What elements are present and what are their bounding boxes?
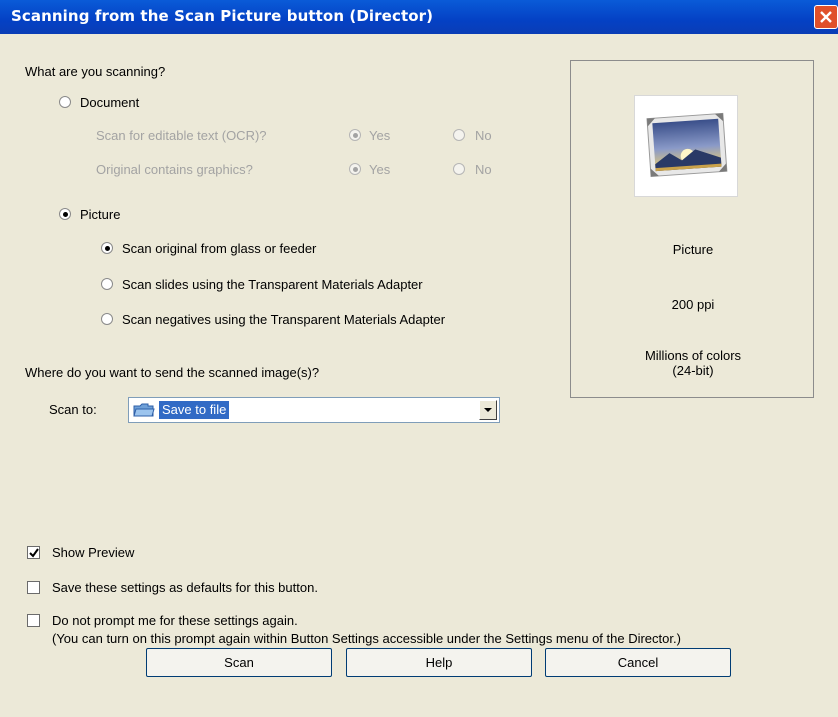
no-prompt-note: (You can turn on this prompt again withi… bbox=[52, 631, 681, 646]
window-title: Scanning from the Scan Picture button (D… bbox=[11, 7, 434, 25]
ocr-no-radio[interactable] bbox=[453, 129, 465, 141]
no-prompt-label: Do not prompt me for these settings agai… bbox=[52, 613, 298, 628]
cancel-button[interactable]: Cancel bbox=[545, 648, 731, 677]
graphics-yes-radio[interactable] bbox=[349, 163, 361, 175]
summary-panel: Picture 200 ppi Millions of colors (24-b… bbox=[570, 60, 814, 398]
show-preview-checkbox[interactable] bbox=[27, 546, 40, 559]
document-label: Document bbox=[80, 95, 140, 110]
negatives-radio[interactable] bbox=[101, 313, 113, 325]
graphics-no-label: No bbox=[475, 162, 492, 177]
picture-label: Picture bbox=[80, 207, 121, 222]
save-defaults-label: Save these settings as defaults for this… bbox=[52, 580, 318, 595]
dropdown-arrow-button[interactable] bbox=[479, 400, 497, 420]
close-button[interactable] bbox=[814, 5, 838, 29]
picture-thumbnail bbox=[634, 95, 738, 197]
summary-resolution: 200 ppi bbox=[671, 297, 715, 312]
graphics-yes-label: Yes bbox=[369, 162, 391, 177]
ocr-yes-radio[interactable] bbox=[349, 129, 361, 141]
ocr-label: Scan for editable text (OCR)? bbox=[96, 128, 267, 143]
save-defaults-checkbox[interactable] bbox=[27, 581, 40, 594]
landscape-image-icon bbox=[646, 112, 728, 178]
close-icon bbox=[820, 11, 832, 23]
scan-to-label: Scan to: bbox=[49, 402, 97, 417]
summary-colors-line1: Millions of colors bbox=[644, 348, 742, 363]
what-scanning-heading: What are you scanning? bbox=[25, 64, 166, 79]
summary-colors-line2: (24-bit) bbox=[672, 363, 714, 378]
chevron-down-icon bbox=[484, 408, 492, 412]
picture-radio[interactable] bbox=[59, 208, 71, 220]
destination-heading: Where do you want to send the scanned im… bbox=[25, 365, 320, 380]
no-prompt-checkbox[interactable] bbox=[27, 614, 40, 627]
glass-feeder-radio[interactable] bbox=[101, 242, 113, 254]
scan-to-dropdown[interactable]: Save to file bbox=[128, 397, 500, 423]
slides-label: Scan slides using the Transparent Materi… bbox=[122, 277, 423, 292]
slides-radio[interactable] bbox=[101, 278, 113, 290]
folder-icon bbox=[133, 403, 155, 417]
graphics-label: Original contains graphics? bbox=[96, 162, 253, 177]
checkmark-icon bbox=[29, 548, 39, 558]
scan-to-value: Save to file bbox=[159, 401, 230, 419]
ocr-yes-label: Yes bbox=[369, 128, 391, 143]
summary-type: Picture bbox=[672, 242, 714, 257]
help-button[interactable]: Help bbox=[346, 648, 532, 677]
document-radio[interactable] bbox=[59, 96, 71, 108]
negatives-label: Scan negatives using the Transparent Mat… bbox=[122, 312, 446, 327]
title-bar: Scanning from the Scan Picture button (D… bbox=[0, 0, 838, 34]
glass-feeder-label: Scan original from glass or feeder bbox=[122, 241, 317, 256]
scan-button[interactable]: Scan bbox=[146, 648, 332, 677]
show-preview-label: Show Preview bbox=[52, 545, 135, 560]
graphics-no-radio[interactable] bbox=[453, 163, 465, 175]
ocr-no-label: No bbox=[475, 128, 492, 143]
